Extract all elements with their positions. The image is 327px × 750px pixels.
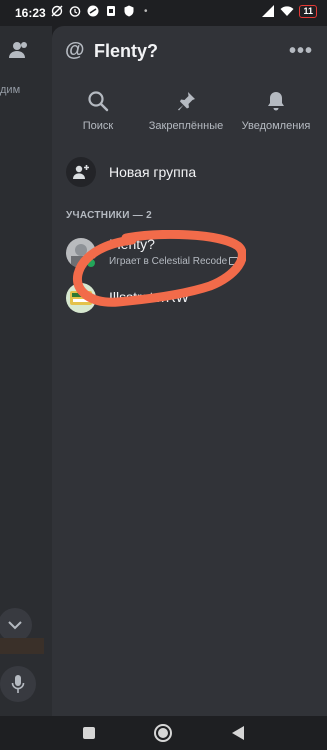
microphone-button[interactable] <box>0 666 36 702</box>
member-activity-text: Играет в Celestial Recode <box>109 256 228 267</box>
add-user-icon <box>66 157 96 187</box>
member-name: IllsstratorRW <box>109 289 189 305</box>
pinned-button[interactable]: Закреплённые <box>140 90 232 132</box>
online-status-icon <box>85 257 97 269</box>
shield-icon <box>124 5 134 17</box>
dm-info-panel: @ Flenty? ••• Поиск Закреплённые Уведомл… <box>52 26 327 716</box>
search-label: Поиск <box>82 120 114 132</box>
notifications-button[interactable]: Уведомления <box>230 90 322 132</box>
system-nav-bar <box>0 716 327 750</box>
status-bar: 16:23 • 11 <box>0 0 327 26</box>
notifications-label: Уведомления <box>241 120 311 132</box>
partial-message-strip <box>0 638 44 654</box>
action-row: Поиск Закреплённые Уведомления <box>52 90 327 140</box>
wifi-icon <box>280 6 294 16</box>
member-name: Flenty? <box>109 236 155 252</box>
member-item[interactable]: Flenty? Играет в Celestial Recode <box>66 236 316 270</box>
avatar <box>66 283 96 313</box>
chevron-down-icon <box>8 621 22 630</box>
left-pane: дим <box>0 26 52 716</box>
page-title: Flenty? <box>94 41 159 61</box>
recent-apps-icon[interactable] <box>77 721 101 745</box>
sync-off-icon <box>51 5 63 17</box>
partial-channel-text: дим <box>0 84 21 96</box>
clipboard-icon <box>107 6 115 16</box>
back-icon[interactable] <box>226 721 250 745</box>
status-right-icons: 11 <box>261 4 317 18</box>
pin-icon <box>178 92 195 111</box>
pinned-label: Закреплённые <box>148 120 224 132</box>
member-item[interactable]: IllsstratorRW <box>66 281 316 315</box>
new-group-button[interactable]: Новая группа <box>66 157 316 187</box>
at-symbol-icon: @ <box>65 39 85 61</box>
scroll-down-button[interactable] <box>0 608 32 642</box>
bell-icon <box>268 92 284 111</box>
battery-icon: 11 <box>299 4 317 18</box>
home-icon[interactable] <box>151 721 175 745</box>
vpn-icon <box>87 5 99 17</box>
microphone-icon <box>11 675 25 693</box>
search-icon <box>88 91 109 112</box>
people-icon[interactable] <box>8 40 30 65</box>
member-activity: Играет в Celestial Recode <box>109 256 239 267</box>
alarm-icon <box>69 6 81 17</box>
members-header: УЧАСТНИКИ — 2 <box>66 210 153 221</box>
search-button[interactable]: Поиск <box>52 90 144 132</box>
status-time: 16:23 <box>15 6 46 20</box>
status-left-icons: • <box>50 4 148 18</box>
new-group-label: Новая группа <box>109 164 197 180</box>
more-icon[interactable]: ••• <box>289 40 313 63</box>
signal-icon <box>262 5 275 17</box>
panel-header: @ Flenty? ••• <box>52 26 327 76</box>
rich-presence-icon <box>229 257 239 265</box>
status-dot: • <box>144 5 148 17</box>
